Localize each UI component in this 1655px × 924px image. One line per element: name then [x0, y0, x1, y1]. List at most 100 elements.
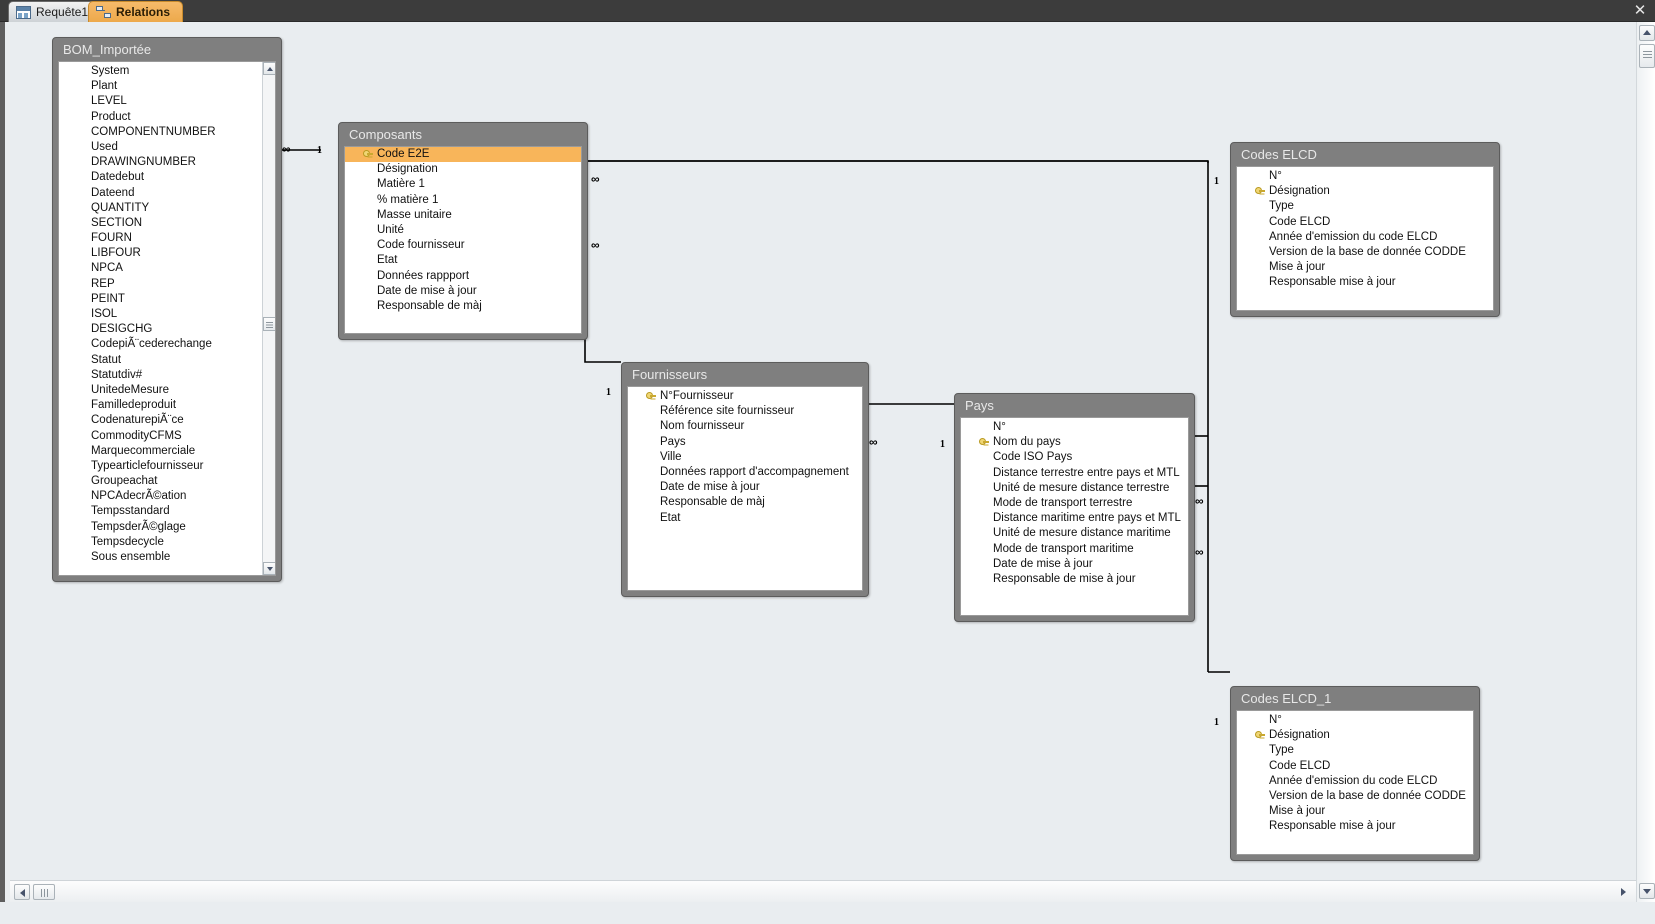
field-row[interactable]: Dateend — [59, 186, 275, 201]
field-row[interactable]: Données rappport — [345, 269, 581, 284]
field-row[interactable]: Datedebut — [59, 170, 275, 185]
field-row[interactable]: Plant — [59, 79, 275, 94]
field-row[interactable]: Mise à jour — [1237, 804, 1473, 819]
field-row[interactable]: Type — [1237, 743, 1473, 758]
table-window-pays[interactable]: Pays N° Nom du pays Code ISO Pays Distance … — [954, 393, 1195, 622]
field-row[interactable]: LEVEL — [59, 94, 275, 109]
field-row[interactable]: Responsable de màj — [628, 495, 862, 510]
field-row[interactable]: Référence site fournisseur — [628, 404, 862, 419]
field-row[interactable]: Statutdiv# — [59, 368, 275, 383]
field-row[interactable]: LIBFOUR — [59, 246, 275, 261]
field-row[interactable]: QUANTITY — [59, 201, 275, 216]
close-icon[interactable]: ✕ — [1631, 2, 1649, 20]
table-fieldlist-bom-importee[interactable]: System Plant LEVEL Product COMPONENTNUMBER Us… — [58, 61, 276, 576]
scroll-up-icon[interactable] — [1639, 25, 1655, 41]
field-row[interactable]: Responsable mise à jour — [1237, 819, 1473, 834]
field-row[interactable]: Tempsdecycle — [59, 535, 275, 550]
scroll-right-icon[interactable] — [1616, 884, 1632, 900]
field-row[interactable]: Unité de mesure distance terrestre — [961, 481, 1188, 496]
field-row[interactable]: Date de mise à jour — [961, 557, 1188, 572]
field-row[interactable]: Ville — [628, 450, 862, 465]
field-row[interactable]: Typearticlefournisseur — [59, 459, 275, 474]
field-row[interactable]: Etat — [628, 511, 862, 526]
field-row[interactable]: DRAWINGNUMBER — [59, 155, 275, 170]
field-row[interactable]: Date de mise à jour — [628, 480, 862, 495]
scroll-left-icon[interactable] — [14, 884, 30, 900]
field-row[interactable]: Unité — [345, 223, 581, 238]
field-row[interactable]: Responsable de mise à jour — [961, 572, 1188, 587]
field-row[interactable]: Tempsstandard — [59, 504, 275, 519]
table-window-fournisseurs[interactable]: Fournisseurs N°Fournisseur Référence site… — [621, 362, 869, 597]
scroll-down-icon[interactable] — [263, 562, 275, 575]
field-row[interactable]: Version de la base de donnée CODDE — [1237, 245, 1493, 260]
field-row[interactable]: Version de la base de donnée CODDE — [1237, 789, 1473, 804]
table-window-composants[interactable]: Composants Code E2E Désignation Matière 1%… — [338, 122, 588, 340]
field-row[interactable]: SECTION — [59, 216, 275, 231]
vertical-scrollbar[interactable] — [1636, 22, 1655, 902]
table-window-codes-elcd-1[interactable]: Codes ELCD_1 N° Désignation Type Code ELCD A… — [1230, 686, 1480, 861]
scroll-up-icon[interactable] — [263, 62, 275, 75]
tab-relations[interactable]: Relations — [88, 1, 184, 22]
field-row[interactable]: Unité de mesure distance maritime — [961, 526, 1188, 541]
field-row[interactable]: NPCA — [59, 261, 275, 276]
field-row[interactable]: DESIGCHG — [59, 322, 275, 337]
field-row[interactable]: Product — [59, 110, 275, 125]
field-row[interactable]: NPCAdecrÃ©ation — [59, 489, 275, 504]
table-fieldlist-fournisseurs[interactable]: N°Fournisseur Référence site fournisseur N… — [627, 386, 863, 591]
field-row[interactable]: Mise à jour — [1237, 260, 1493, 275]
scroll-thumb[interactable] — [263, 317, 275, 331]
table-window-bom-importee[interactable]: BOM_Importée System Plant LEVEL Product COMP… — [52, 37, 282, 582]
field-row[interactable]: Sous ensemble — [59, 550, 275, 565]
field-row[interactable]: Type — [1237, 199, 1493, 214]
field-row[interactable]: Nom du pays — [961, 435, 1188, 450]
field-row[interactable]: N° — [961, 420, 1188, 435]
field-row[interactable]: Marquecommerciale — [59, 444, 275, 459]
field-row[interactable]: Mode de transport terrestre — [961, 496, 1188, 511]
field-row[interactable]: Etat — [345, 253, 581, 268]
field-row[interactable]: CodenaturepiÃ¨ce — [59, 413, 275, 428]
field-row[interactable]: System — [59, 64, 275, 79]
field-row[interactable]: Code ELCD — [1237, 215, 1493, 230]
table-title-bom-importee[interactable]: BOM_Importée — [53, 38, 281, 61]
field-row[interactable]: Année d'emission du code ELCD — [1237, 230, 1493, 245]
field-row[interactable]: CommodityCFMS — [59, 429, 275, 444]
field-row[interactable]: Année d'emission du code ELCD — [1237, 774, 1473, 789]
table-title-codes-elcd[interactable]: Codes ELCD — [1231, 143, 1499, 166]
field-row[interactable]: CodepiÃ¨cederechange — [59, 337, 275, 352]
field-row[interactable]: Familledeproduit — [59, 398, 275, 413]
field-row[interactable]: Données rapport d'accompagnement — [628, 465, 862, 480]
field-row[interactable]: Used — [59, 140, 275, 155]
table-fieldlist-codes-elcd[interactable]: N° Désignation Type Code ELCD Année d'emissi… — [1236, 166, 1494, 311]
field-row[interactable]: Date de mise à jour — [345, 284, 581, 299]
field-row[interactable]: Distance terrestre entre pays et MTL — [961, 466, 1188, 481]
table-title-composants[interactable]: Composants — [339, 123, 587, 146]
field-row[interactable]: Groupeachat — [59, 474, 275, 489]
scroll-down-icon[interactable] — [1639, 883, 1655, 899]
field-row[interactable]: Nom fournisseur — [628, 419, 862, 434]
field-row[interactable]: Désignation — [1237, 728, 1473, 743]
field-row[interactable]: Code E2E — [345, 147, 581, 163]
field-row[interactable]: Statut — [59, 353, 275, 368]
field-row[interactable]: Matière 1 — [345, 177, 581, 192]
field-row[interactable]: Code ISO Pays — [961, 450, 1188, 465]
table-title-codes-elcd-1[interactable]: Codes ELCD_1 — [1231, 687, 1479, 710]
field-row[interactable]: PEINT — [59, 292, 275, 307]
field-row[interactable]: Désignation — [345, 162, 581, 177]
field-row[interactable]: TempsderÃ©glage — [59, 520, 275, 535]
field-row[interactable]: % matière 1 — [345, 193, 581, 208]
field-row[interactable]: Code fournisseur — [345, 238, 581, 253]
horizontal-scrollbar[interactable] — [10, 880, 1636, 902]
table-scrollbar-bom-importee[interactable] — [262, 62, 275, 575]
field-row[interactable]: ISOL — [59, 307, 275, 322]
field-row[interactable]: REP — [59, 277, 275, 292]
table-title-fournisseurs[interactable]: Fournisseurs — [622, 363, 868, 386]
table-fieldlist-pays[interactable]: N° Nom du pays Code ISO Pays Distance terre… — [960, 417, 1189, 616]
field-row[interactable]: Responsable mise à jour — [1237, 275, 1493, 290]
field-row[interactable]: N° — [1237, 713, 1473, 728]
field-row[interactable]: COMPONENTNUMBER — [59, 125, 275, 140]
field-row[interactable]: FOURN — [59, 231, 275, 246]
field-row[interactable]: Mode de transport maritime — [961, 542, 1188, 557]
field-row[interactable]: Désignation — [1237, 184, 1493, 199]
field-row[interactable]: Distance maritime entre pays et MTL — [961, 511, 1188, 526]
field-row[interactable]: Code ELCD — [1237, 759, 1473, 774]
